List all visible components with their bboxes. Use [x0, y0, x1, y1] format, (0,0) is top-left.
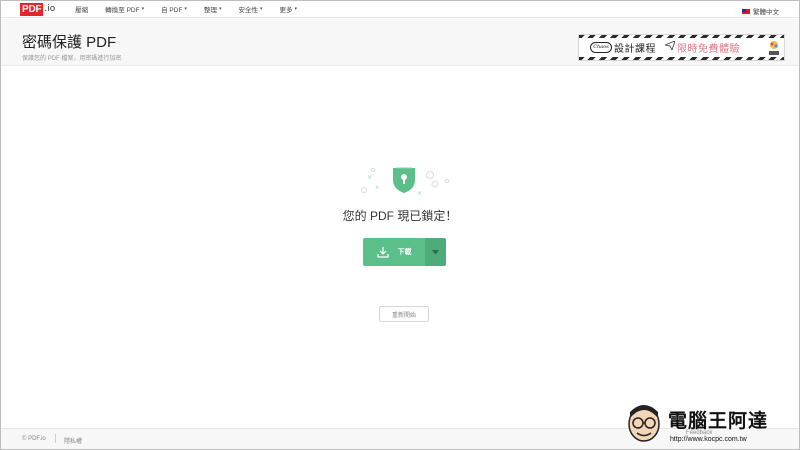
footer-divider — [55, 434, 56, 443]
app-frame — [0, 0, 800, 450]
nav-item-convert-to-pdf[interactable]: 轉換至 PDF ▾ — [105, 4, 144, 14]
chevron-down-icon: ▾ — [294, 6, 297, 12]
page-subtitle: 保護您的 PDF 檔案，用密碼進行加密 — [22, 56, 122, 62]
privacy-link[interactable]: 隱私權 — [64, 436, 82, 445]
paper-plane-icon — [663, 40, 676, 52]
chevron-down-icon: ▾ — [184, 6, 187, 12]
chevron-down-icon — [432, 249, 439, 254]
download-options-toggle[interactable] — [425, 238, 446, 266]
locked-shield-illustration: × × × — [355, 162, 455, 202]
nav-item-label: 壓縮 — [75, 7, 89, 14]
nav-item-label: 自 PDF — [161, 7, 183, 14]
nav-menu: 壓縮 轉換至 PDF ▾ 自 PDF ▾ 整理 ▾ 安全性 ▾ 更多 ▾ — [75, 4, 314, 14]
ad-logo: Chaos — [590, 42, 612, 53]
nav-item-security[interactable]: 安全性 ▾ — [238, 4, 262, 14]
taiwan-flag-icon — [742, 8, 750, 14]
logo-suffix: .io — [44, 4, 56, 14]
mascot-face-icon — [624, 400, 664, 446]
logo-mark: PDF — [20, 2, 44, 16]
nav-item-more[interactable]: 更多 ▾ — [279, 4, 297, 14]
chevron-down-icon: ▾ — [259, 6, 263, 12]
top-nav: PDF .io 壓縮 轉換至 PDF ▾ 自 PDF ▾ 整理 ▾ 安全性 ▾ … — [1, 1, 799, 18]
nav-item-compress[interactable]: 壓縮 — [75, 4, 88, 14]
download-icon — [376, 247, 389, 258]
nav-item-label: 更多 — [279, 7, 293, 14]
svg-text:×: × — [375, 185, 379, 191]
nav-item-label: 轉換至 PDF — [105, 7, 140, 14]
success-message: 您的 PDF 現已鎖定！ — [342, 209, 458, 223]
page-title: 密碼保護 PDF — [22, 34, 117, 51]
site-watermark: 電腦王阿達 http://www.kocpc.com.tw — [624, 400, 794, 448]
watermark-url: http://www.kocpc.com.tw — [670, 436, 747, 443]
nav-item-label: 整理 — [203, 7, 217, 14]
nav-item-label: 安全性 — [238, 7, 258, 14]
start-over-button[interactable]: 重新開始 — [379, 306, 429, 322]
pdfio-logo[interactable]: PDF .io — [20, 2, 55, 17]
ad-banner[interactable]: Chaos 設計課程 限時免費體驗 — [578, 34, 785, 61]
language-label: 繁體中文 — [753, 9, 779, 16]
ad-badge-icon — [767, 39, 781, 57]
chevron-down-icon: ▾ — [218, 6, 222, 12]
copyright-text: © PDF.io — [22, 436, 46, 442]
svg-text:×: × — [367, 174, 372, 181]
download-button[interactable]: 下載 — [363, 238, 425, 266]
chevron-down-icon: ▾ — [141, 6, 145, 12]
nav-item-from-pdf[interactable]: 自 PDF ▾ — [161, 4, 187, 14]
ad-promo: 限時免費體驗 — [677, 44, 740, 55]
ad-stripe — [579, 57, 784, 60]
nav-item-organize[interactable]: 整理 ▾ — [204, 4, 222, 14]
svg-text:×: × — [417, 190, 422, 197]
download-label: 下載 — [397, 249, 412, 256]
ad-headline: 設計課程 — [614, 44, 656, 55]
watermark-brand: 電腦王阿達 — [668, 411, 769, 432]
ad-stripe — [579, 35, 784, 38]
download-button-group: 下載 — [363, 238, 446, 266]
language-selector[interactable]: 繁體中文 — [742, 6, 779, 16]
